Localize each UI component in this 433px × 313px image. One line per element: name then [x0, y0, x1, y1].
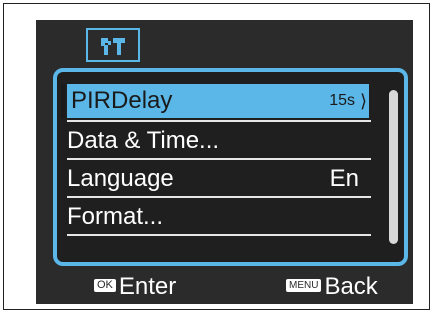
camera-screen: PIRDelay 15s ⟩ Data & Time... Language E… — [36, 20, 413, 304]
menu-item-date-time[interactable]: Data & Time... — [67, 126, 369, 156]
divider — [67, 158, 371, 160]
divider — [67, 234, 371, 236]
settings-menu: PIRDelay 15s ⟩ Data & Time... Language E… — [53, 68, 408, 266]
ok-key-badge: OK — [94, 279, 116, 293]
menu-item-pirdelay[interactable]: PIRDelay 15s ⟩ — [67, 84, 369, 118]
device-frame: PIRDelay 15s ⟩ Data & Time... Language E… — [3, 3, 430, 310]
tools-icon — [101, 38, 125, 55]
enter-hint: OK Enter — [94, 273, 176, 301]
tab-settings[interactable] — [86, 28, 140, 62]
menu-item-label: Data & Time... — [67, 127, 220, 154]
menu-key-badge: MENU — [286, 279, 322, 293]
menu-item-format[interactable]: Format... — [67, 202, 369, 232]
menu-item-language[interactable]: Language En — [67, 164, 369, 194]
menu-item-value: En — [329, 165, 359, 192]
back-label: Back — [324, 273, 378, 300]
menu-item-label: Format... — [67, 203, 164, 230]
scrollbar-thumb[interactable] — [389, 90, 398, 244]
enter-label: Enter — [118, 273, 177, 300]
divider — [67, 196, 371, 198]
chevron-right-icon: ⟩ — [359, 91, 367, 111]
selection-bracket — [61, 84, 65, 118]
divider — [67, 120, 371, 122]
menu-item-label: Language — [67, 165, 174, 192]
back-hint: MENU Back — [286, 273, 378, 301]
menu-item-label: PIRDelay — [71, 87, 173, 114]
menu-item-value: 15s — [329, 92, 355, 109]
